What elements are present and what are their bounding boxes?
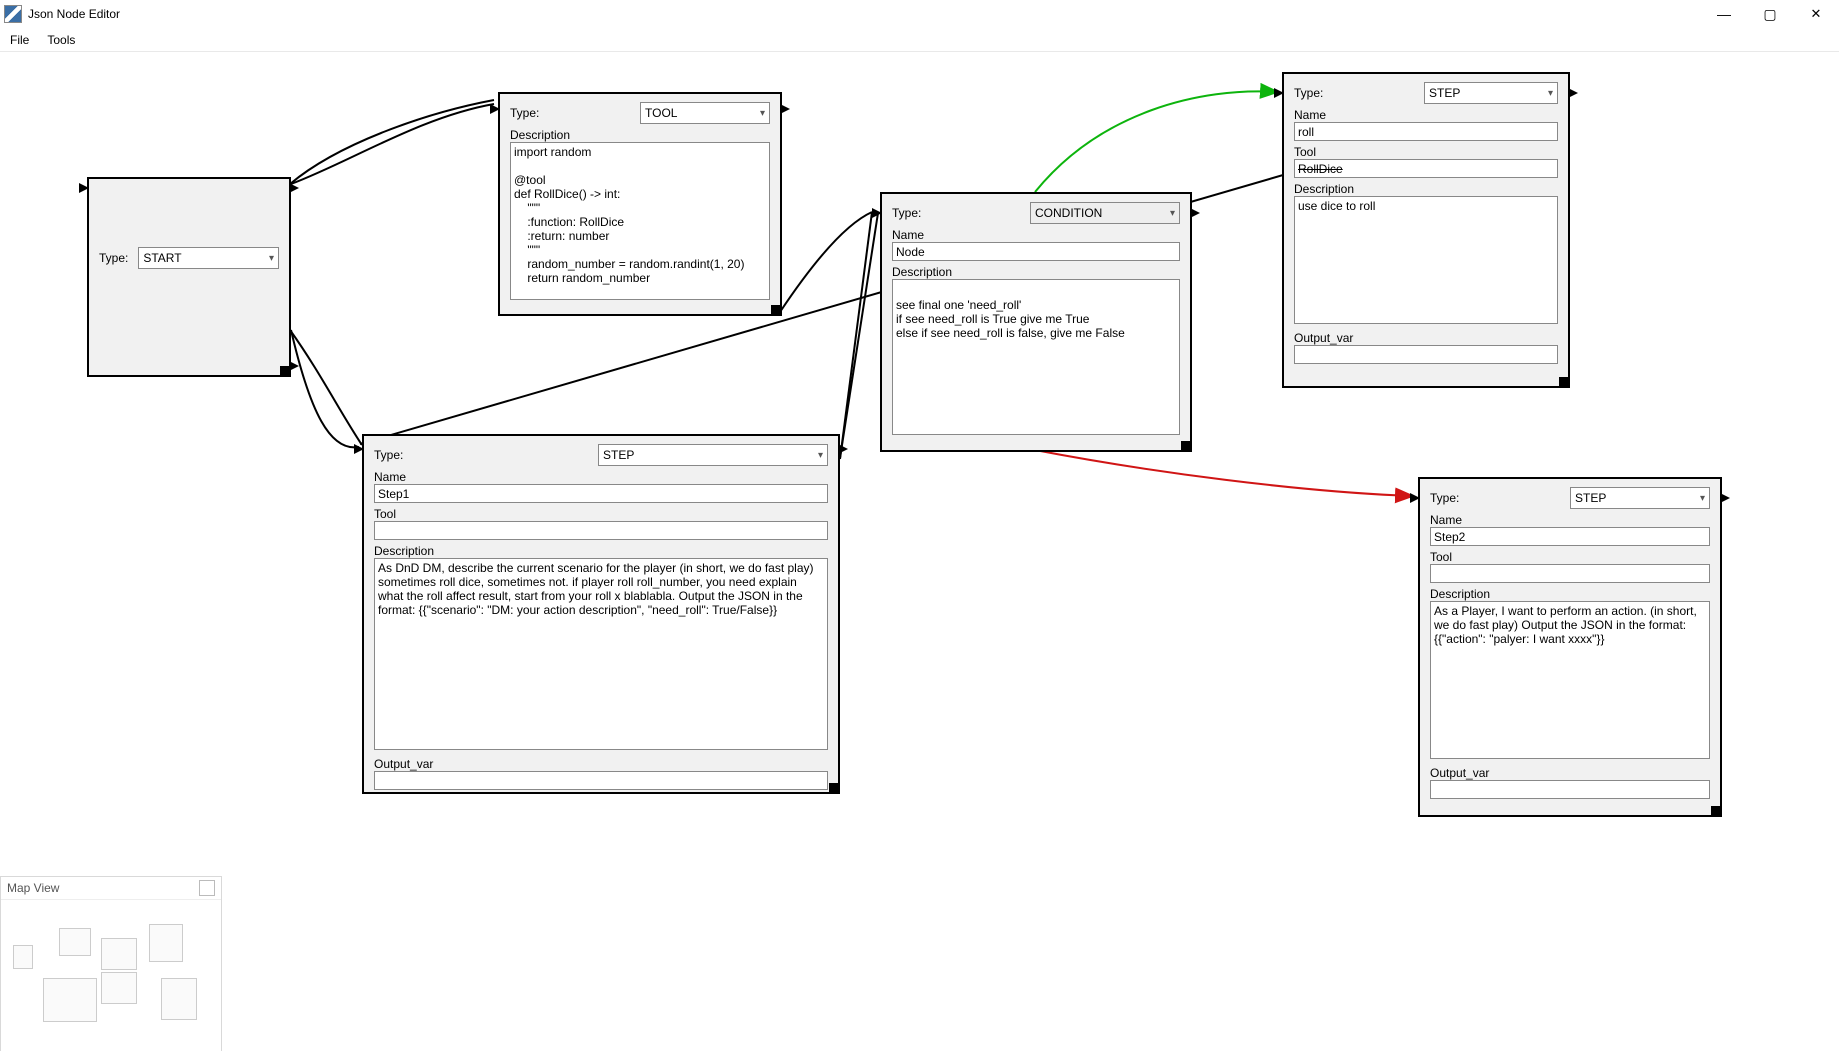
node-step-roll[interactable]: Type: STEP ▾ Name Tool Description Outpu… xyxy=(1282,72,1570,388)
name-label: Name xyxy=(1294,108,1326,122)
description-label: Description xyxy=(374,544,828,558)
port-out-top[interactable] xyxy=(289,183,299,193)
tool-label: Tool xyxy=(1294,145,1558,159)
chevron-down-icon: ▾ xyxy=(1700,493,1705,504)
chevron-down-icon: ▾ xyxy=(1548,88,1553,99)
tool-label: Tool xyxy=(374,507,828,521)
chevron-down-icon: ▾ xyxy=(269,253,274,264)
resize-handle[interactable] xyxy=(1711,806,1721,816)
description-label: Description xyxy=(1430,587,1710,601)
resize-handle[interactable] xyxy=(1559,377,1569,387)
port-in[interactable] xyxy=(1410,493,1420,503)
description-input[interactable] xyxy=(510,142,770,300)
port-in[interactable] xyxy=(872,208,882,218)
node-tool[interactable]: Type: TOOL ▾ Description xyxy=(498,92,782,316)
chevron-down-icon: ▾ xyxy=(1170,208,1175,219)
outputvar-input[interactable] xyxy=(374,771,828,790)
maximize-button[interactable]: ▢ xyxy=(1747,0,1793,28)
outputvar-label: Output_var xyxy=(1430,766,1710,780)
menu-file[interactable]: File xyxy=(8,31,31,49)
map-view-panel[interactable]: Map View xyxy=(0,876,222,1051)
description-label: Description xyxy=(510,128,570,142)
type-select[interactable]: STEP ▾ xyxy=(598,444,828,466)
title-bar: Json Node Editor — ▢ ✕ xyxy=(0,0,1839,29)
description-label: Description xyxy=(892,265,1180,279)
type-select[interactable]: STEP ▾ xyxy=(1424,82,1558,104)
port-in[interactable] xyxy=(79,183,89,193)
port-out[interactable] xyxy=(1190,208,1200,218)
resize-handle[interactable] xyxy=(1181,441,1191,451)
description-input[interactable] xyxy=(1294,196,1558,324)
type-select[interactable]: START ▾ xyxy=(138,247,279,269)
outputvar-label: Output_var xyxy=(374,757,828,771)
name-label: Name xyxy=(892,228,924,242)
port-out[interactable] xyxy=(780,104,790,114)
tool-input[interactable] xyxy=(1294,159,1558,178)
type-label: Type: xyxy=(892,206,921,220)
type-label: Type: xyxy=(1294,86,1323,100)
resize-handle[interactable] xyxy=(829,783,839,793)
description-input[interactable] xyxy=(1430,601,1710,759)
name-input[interactable] xyxy=(1430,527,1710,546)
node-canvas[interactable]: Type: START ▾ Type: TOOL ▾ Description T… xyxy=(0,52,1839,1051)
app-title: Json Node Editor xyxy=(28,7,120,21)
chevron-down-icon: ▾ xyxy=(818,450,823,461)
node-start[interactable]: Type: START ▾ xyxy=(87,177,291,377)
type-label: Type: xyxy=(1430,491,1459,505)
tool-input[interactable] xyxy=(374,521,828,540)
menu-tools[interactable]: Tools xyxy=(45,31,77,49)
type-label: Type: xyxy=(374,448,403,462)
node-step1[interactable]: Type: STEP ▾ Name Tool Description Outpu… xyxy=(362,434,840,794)
name-label: Name xyxy=(374,470,406,484)
name-input[interactable] xyxy=(1294,122,1558,141)
map-view-body xyxy=(1,900,221,1051)
port-in[interactable] xyxy=(354,444,364,454)
name-label: Name xyxy=(1430,513,1462,527)
tool-label: Tool xyxy=(1430,550,1710,564)
type-select[interactable]: CONDITION ▾ xyxy=(1030,202,1180,224)
map-view-title: Map View xyxy=(7,881,59,895)
type-label: Type: xyxy=(510,106,539,120)
close-button[interactable]: ✕ xyxy=(1793,0,1839,28)
description-input[interactable] xyxy=(892,279,1180,435)
port-out-bottom[interactable] xyxy=(289,361,299,371)
description-input[interactable] xyxy=(374,558,828,750)
name-input[interactable] xyxy=(892,242,1180,261)
type-select[interactable]: STEP ▾ xyxy=(1570,487,1710,509)
node-condition[interactable]: Type: CONDITION ▾ Name Description xyxy=(880,192,1192,452)
minimize-button[interactable]: — xyxy=(1701,0,1747,28)
tool-input[interactable] xyxy=(1430,564,1710,583)
outputvar-label: Output_var xyxy=(1294,331,1558,345)
type-label: Type: xyxy=(99,251,128,265)
resize-handle[interactable] xyxy=(771,305,781,315)
port-in[interactable] xyxy=(490,104,500,114)
chevron-down-icon: ▾ xyxy=(760,108,765,119)
port-out[interactable] xyxy=(1720,493,1730,503)
type-select[interactable]: TOOL ▾ xyxy=(640,102,770,124)
menu-bar: File Tools xyxy=(0,29,1839,52)
outputvar-input[interactable] xyxy=(1430,780,1710,799)
outputvar-input[interactable] xyxy=(1294,345,1558,364)
port-out[interactable] xyxy=(1568,88,1578,98)
app-icon xyxy=(4,5,22,23)
description-label: Description xyxy=(1294,182,1558,196)
port-out[interactable] xyxy=(838,444,848,454)
port-in[interactable] xyxy=(1274,88,1284,98)
node-step2[interactable]: Type: STEP ▾ Name Tool Description Outpu… xyxy=(1418,477,1722,817)
resize-handle[interactable] xyxy=(280,366,290,376)
map-view-toggle[interactable] xyxy=(199,880,215,896)
name-input[interactable] xyxy=(374,484,828,503)
